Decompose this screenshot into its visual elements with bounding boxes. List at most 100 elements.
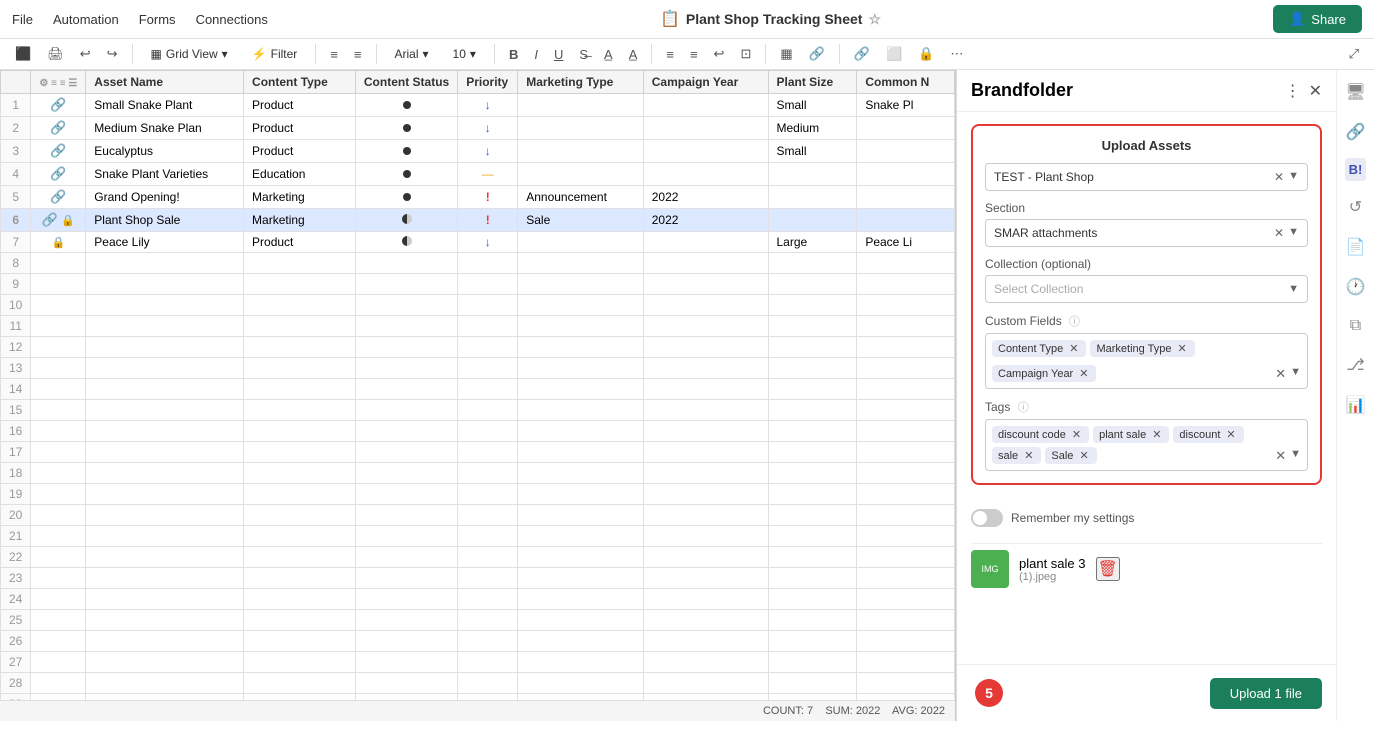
lock-icon[interactable]: 🔒 (913, 43, 939, 65)
cell-asset-name[interactable]: Snake Plant Varieties 4 (86, 163, 244, 186)
cell-asset-name[interactable]: Plant Shop Sale (86, 209, 244, 232)
table-row[interactable]: 6 🔗 🔒 Plant Shop Sale Marketing ! Sale 2… (1, 209, 955, 232)
cell-status[interactable] (355, 209, 457, 232)
cell-content-type[interactable]: Marketing (244, 209, 356, 232)
menu-automation[interactable]: Automation (53, 12, 119, 27)
cell-status[interactable] (355, 186, 457, 209)
table-row-empty[interactable]: 27 (1, 652, 955, 673)
col-content-status[interactable]: Content Status (355, 71, 457, 94)
text-color-icon[interactable]: A̲ (624, 44, 643, 65)
table-row-empty[interactable]: 22 (1, 547, 955, 568)
tags-clear-icon[interactable]: ✕ (1275, 448, 1286, 464)
cell-marketing[interactable] (518, 232, 644, 253)
table-row-empty[interactable]: 23 (1, 568, 955, 589)
remove-tag-Sale-upper[interactable]: ✕ (1077, 449, 1090, 462)
collection-chevron-icon[interactable]: ▼ (1288, 283, 1299, 295)
cell-priority[interactable]: ! (458, 186, 518, 209)
star-icon[interactable]: ☆ (868, 11, 881, 28)
upload-button[interactable]: Upload 1 file (1210, 678, 1322, 709)
table-row-empty[interactable]: 25 (1, 610, 955, 631)
cell-year[interactable] (643, 163, 768, 186)
cell-common[interactable]: Snake Pl (857, 94, 955, 117)
sidebar-copy-icon[interactable]: ⧉ (1346, 313, 1365, 339)
menu-connections[interactable]: Connections (196, 12, 268, 27)
row-icon[interactable]: 🔗 🔒 (31, 209, 86, 232)
col-common-name[interactable]: Common N (857, 71, 955, 94)
cell-size[interactable]: Small (768, 140, 857, 163)
spreadsheet-area[interactable]: ⚙ ≡ ≡ ☰ Asset Name Content Type Content … (0, 70, 955, 700)
col-marketing-type[interactable]: Marketing Type (518, 71, 644, 94)
row-icon[interactable]: 🔗 (31, 140, 86, 163)
toolbar-icon-1[interactable]: ⬛ (10, 43, 36, 65)
remember-toggle[interactable] (971, 509, 1003, 527)
menu-file[interactable]: File (12, 12, 33, 27)
custom-fields-chevron-icon[interactable]: ▼ (1290, 366, 1301, 382)
cell-size[interactable] (768, 186, 857, 209)
cell-common[interactable]: Peace Li (857, 232, 955, 253)
section-clear-icon[interactable]: ✕ (1274, 226, 1284, 240)
cell-size[interactable] (768, 163, 857, 186)
menu-forms[interactable]: Forms (139, 12, 176, 27)
remove-tag-plant-sale[interactable]: ✕ (1150, 428, 1163, 441)
cell-common[interactable] (857, 186, 955, 209)
col-campaign-year[interactable]: Campaign Year (643, 71, 768, 94)
section-select[interactable]: SMAR attachments ✕ ▼ (985, 219, 1308, 247)
table-row-empty[interactable]: 26 (1, 631, 955, 652)
cell-size[interactable]: Small (768, 94, 857, 117)
table-row-empty[interactable]: 18 (1, 463, 955, 484)
col-plant-size[interactable]: Plant Size (768, 71, 857, 94)
table-row-empty[interactable]: 20 (1, 505, 955, 526)
image-icon[interactable]: ⬜ (881, 43, 907, 65)
table-row-empty[interactable]: 8 (1, 253, 955, 274)
cell-status[interactable] (355, 94, 457, 117)
sidebar-brand-icon[interactable]: B! (1345, 158, 1367, 181)
cell-priority[interactable]: ↓ (458, 232, 518, 253)
cell-priority[interactable]: ! (458, 209, 518, 232)
cell-common[interactable] (857, 140, 955, 163)
custom-fields-clear-icon[interactable]: ✕ (1275, 366, 1286, 382)
remove-marketing-type-tag[interactable]: ✕ (1175, 342, 1188, 355)
font-size-select[interactable]: 10 ▾ (444, 43, 485, 65)
sidebar-monitor-icon[interactable]: 🖥 (1341, 78, 1369, 106)
table-row-empty[interactable]: 28 (1, 673, 955, 694)
fill-color-icon[interactable]: A̲ (599, 44, 618, 65)
cell-year[interactable]: 2022 (643, 186, 768, 209)
row-icon[interactable]: 🔗 (31, 117, 86, 140)
file-delete-button[interactable]: 🗑 (1096, 557, 1120, 581)
cell-priority[interactable]: ↓ (458, 94, 518, 117)
remove-campaign-year-tag[interactable]: ✕ (1077, 367, 1090, 380)
bold-icon[interactable]: B (504, 44, 523, 65)
cell-marketing[interactable] (518, 94, 644, 117)
table-row-empty[interactable]: 11 (1, 316, 955, 337)
table-row[interactable]: 2 🔗 Medium Snake Plan Product ↓ Medium (1, 117, 955, 140)
table-row-empty[interactable]: 16 (1, 421, 955, 442)
cell-size[interactable]: Medium (768, 117, 857, 140)
cell-status[interactable] (355, 140, 457, 163)
sidebar-refresh-icon[interactable]: ↺ (1345, 193, 1366, 221)
remove-content-type-tag[interactable]: ✕ (1067, 342, 1080, 355)
table-row-empty[interactable]: 12 (1, 337, 955, 358)
cell-year[interactable]: 2022 (643, 209, 768, 232)
grid-view-button[interactable]: ▦ Grid View ▾ (142, 43, 237, 65)
custom-fields-info-icon[interactable]: ⓘ (1069, 316, 1080, 328)
table-row-empty[interactable]: 24 (1, 589, 955, 610)
col-asset-name[interactable]: Asset Name (86, 71, 244, 94)
collection-select[interactable]: Select Collection ▼ (985, 275, 1308, 303)
clear-icon[interactable]: ✕ (1274, 170, 1284, 184)
cell-year[interactable] (643, 232, 768, 253)
cell-content-type[interactable]: Product (244, 140, 356, 163)
filter-button[interactable]: ⚡ Filter (243, 43, 307, 65)
cell-year[interactable] (643, 117, 768, 140)
cell-priority[interactable]: ↓ (458, 140, 518, 163)
cell-asset-name[interactable]: Grand Opening! (86, 186, 244, 209)
cell-content-type[interactable]: Product (244, 232, 356, 253)
italic-icon[interactable]: I (529, 44, 543, 65)
brandfolder-select[interactable]: TEST - Plant Shop ✕ ▼ (985, 163, 1308, 191)
cell-status[interactable] (355, 163, 457, 186)
undo-icon[interactable]: ↩ (75, 43, 96, 65)
cell-marketing[interactable]: Sale (518, 209, 644, 232)
sidebar-nodes-icon[interactable]: ⎇ (1342, 351, 1368, 379)
underline-icon[interactable]: U (549, 44, 568, 65)
cell-common[interactable] (857, 117, 955, 140)
cell-common[interactable] (857, 209, 955, 232)
